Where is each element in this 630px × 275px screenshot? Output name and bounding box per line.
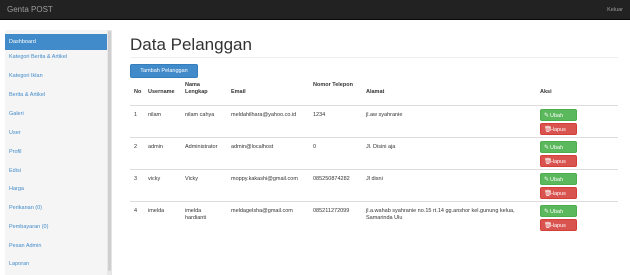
edit-label: Ubah	[550, 209, 564, 215]
sidebar-item-pembayaran-0[interactable]: Pembayaran (0)	[5, 219, 108, 235]
cell-address: jl.aw syahranie	[366, 112, 403, 118]
cell-phone: 085250874282	[313, 176, 350, 182]
edit-button[interactable]: ✎ Ubah	[540, 141, 577, 153]
sidebar-item-edisi[interactable]: Edisi	[5, 163, 108, 179]
cell-full-name: imelda hardianti	[185, 208, 207, 221]
delete-label: Hapus	[550, 191, 566, 197]
edit-button[interactable]: ✎ Ubah	[540, 109, 577, 121]
sidebar-item-perikanan-0[interactable]: Perikanan (0)	[5, 200, 108, 216]
cell-phone: 1234	[313, 112, 326, 118]
row-divider	[130, 105, 618, 106]
page-title: Data Pelanggan	[130, 35, 252, 54]
cell-phone: 085211272099	[313, 208, 350, 214]
edit-button[interactable]: ✎ Ubah	[540, 205, 577, 217]
trash-icon: 🗑	[544, 191, 552, 197]
column-header-phone: Nomor Telepon	[313, 82, 353, 88]
cell-no: 4	[134, 208, 138, 214]
cell-address: Jl. Disini aja	[366, 144, 396, 150]
column-header-action: Aksi	[540, 89, 552, 95]
edit-button[interactable]: ✎ Ubah	[540, 173, 577, 185]
pencil-icon: ✎	[544, 145, 550, 151]
cell-no: 2	[134, 144, 138, 150]
cell-full-name: nilam cahya	[185, 112, 215, 118]
row-divider	[130, 201, 618, 202]
pencil-icon: ✎	[544, 177, 550, 183]
logout-link[interactable]: Keluar	[607, 7, 623, 13]
delete-button[interactable]: 🗑 Hapus	[540, 219, 577, 231]
edit-label: Ubah	[550, 113, 564, 119]
cell-email: meldagelsha@gmail.com	[231, 208, 293, 214]
cell-username: imelda	[148, 208, 165, 214]
cell-phone: 0	[313, 144, 317, 150]
delete-label: Hapus	[550, 159, 566, 165]
cell-full-name: Administrator	[185, 144, 218, 150]
delete-label: Hapus	[550, 223, 566, 229]
sidebar-item-berita-artikel[interactable]: Berita & Artikel	[5, 87, 108, 103]
sidebar-item-kategori-iklan[interactable]: Kategori Iklan	[5, 68, 108, 84]
cell-username: admin	[148, 144, 163, 150]
column-header-email: Email	[231, 89, 246, 95]
cell-full-name: Vicky	[185, 176, 199, 182]
cell-username: vicky	[148, 176, 161, 182]
cell-email: moppy.kakashi@gmail.com	[231, 176, 298, 182]
row-divider	[130, 137, 618, 138]
sidebar-item-profil[interactable]: Profil	[5, 144, 108, 160]
cell-no: 3	[134, 176, 138, 182]
sidebar-item-user[interactable]: User	[5, 125, 108, 141]
title-divider	[130, 57, 618, 58]
top-navbar: Genta POST Keluar	[0, 0, 630, 20]
trash-icon: 🗑	[544, 223, 552, 229]
sidebar-scrollbar[interactable]	[107, 30, 111, 275]
pencil-icon: ✎	[544, 113, 550, 119]
brand-logo[interactable]: Genta POST	[7, 5, 53, 14]
sidebar-item-kategori-berita-artikel[interactable]: Kategori Berita & Artikel	[5, 49, 108, 65]
edit-label: Ubah	[550, 145, 564, 151]
trash-icon: 🗑	[544, 127, 552, 133]
sidebar-item-pesan-admin[interactable]: Pesan Admin	[5, 238, 108, 254]
sidebar-item-laporan[interactable]: Laporan	[5, 256, 108, 272]
delete-label: Hapus	[550, 127, 566, 133]
row-divider	[130, 169, 618, 170]
delete-button[interactable]: 🗑 Hapus	[540, 155, 577, 167]
column-header-username: Username	[148, 89, 175, 95]
sidebar-item-galeri[interactable]: Galeri	[5, 106, 108, 122]
sidebar-item-harga[interactable]: Harga	[5, 181, 108, 197]
delete-button[interactable]: 🗑 Hapus	[540, 187, 577, 199]
cell-username: nilam	[148, 112, 162, 118]
edit-label: Ubah	[550, 177, 564, 183]
cell-email: meldahilhara@yahoo.co.id	[231, 112, 297, 118]
cell-email: admin@localhost	[231, 144, 274, 150]
sidebar: Dashboard Kategori Berita & Artikel Katego…	[5, 30, 112, 275]
delete-button[interactable]: 🗑 Hapus	[540, 123, 577, 135]
pencil-icon: ✎	[544, 209, 550, 215]
cell-address: Jl disni	[366, 176, 383, 182]
column-header-no: No	[134, 89, 142, 95]
add-customer-button[interactable]: Tambah Pelanggan	[130, 64, 198, 78]
column-header-full-name: Nama Lengkap	[185, 82, 208, 95]
column-header-address: Alamat	[366, 89, 385, 95]
cell-no: 1	[134, 112, 138, 118]
trash-icon: 🗑	[544, 159, 552, 165]
sidebar-item-dashboard[interactable]: Dashboard	[5, 34, 108, 50]
cell-address: jl.a.wahab syahranie no.15 rt.14 gg.ansh…	[366, 208, 515, 221]
